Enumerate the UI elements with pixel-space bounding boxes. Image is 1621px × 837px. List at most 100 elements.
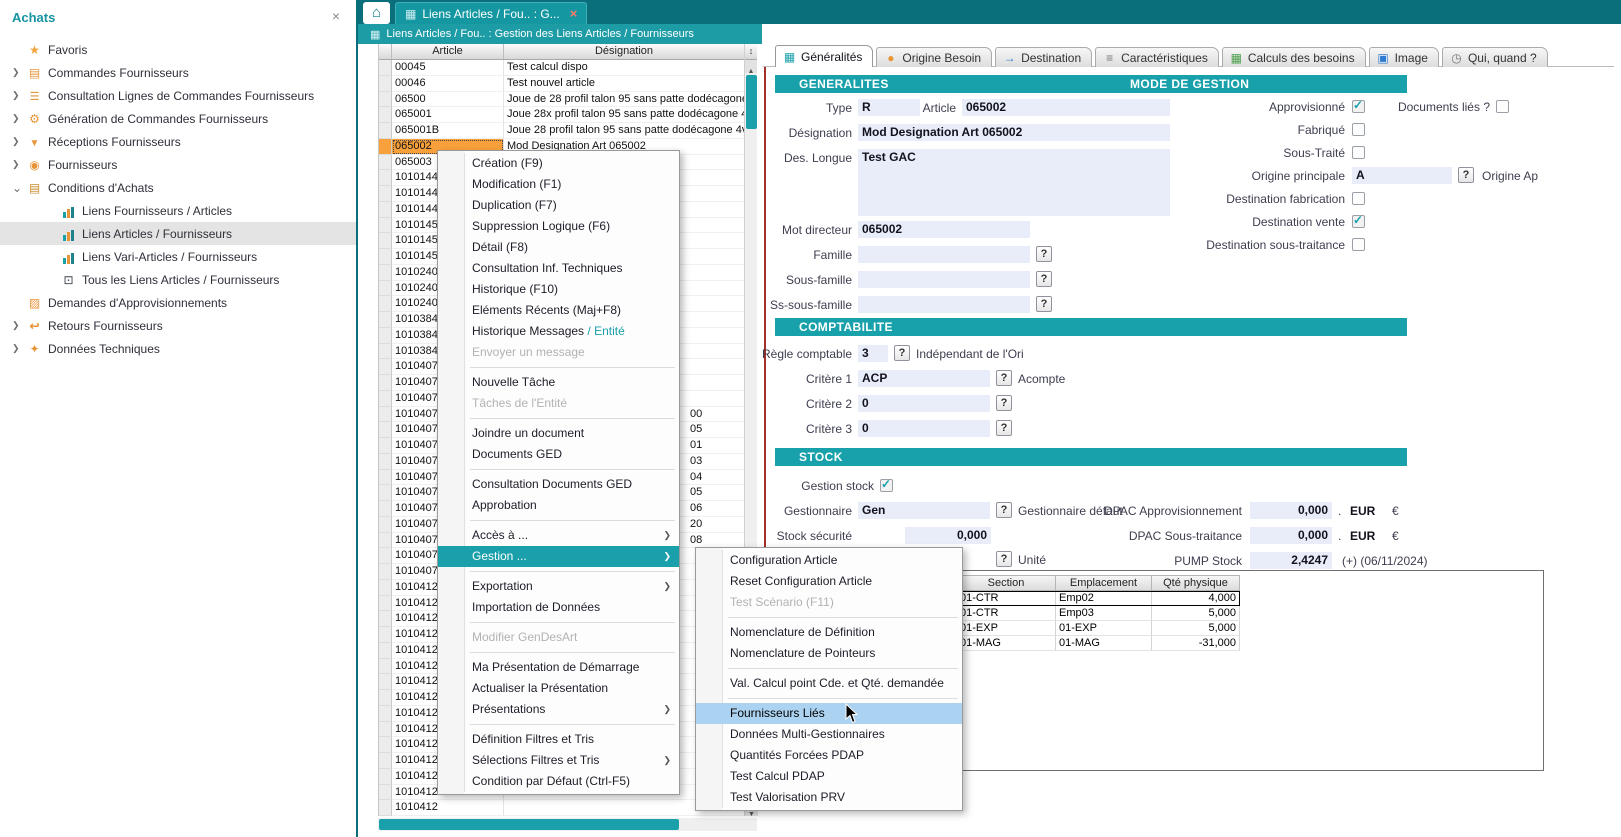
documents-lies-checkbox[interactable]	[1496, 100, 1509, 113]
context-menu-item[interactable]: Actualiser la Présentation	[438, 678, 679, 699]
sidebar-item[interactable]: Liens Fournisseurs / Articles	[0, 199, 356, 222]
row-selector[interactable]	[379, 769, 392, 785]
sort-icon[interactable]	[745, 44, 757, 60]
sidebar-item[interactable]: Tous les Liens Articles / Fournisseurs	[0, 268, 356, 291]
gestionnaire-field[interactable]: Gen	[858, 502, 990, 519]
scrollbar-thumb[interactable]	[379, 819, 679, 830]
tab-liens-articles[interactable]: Liens Articles / Fou.. : G... ×	[395, 2, 587, 24]
submenu-item[interactable]: Fournisseurs Liés	[696, 703, 962, 724]
critere3-help-button[interactable]: ?	[996, 420, 1012, 436]
row-selector[interactable]	[379, 76, 392, 92]
sous-famille-field[interactable]	[858, 271, 1030, 288]
context-menu-item[interactable]: Suppression Logique (F6)	[438, 216, 679, 237]
panel-tab[interactable]: Destination	[995, 47, 1092, 67]
sidebar-item[interactable]: Données Techniques	[0, 337, 356, 360]
gestion-stock-checkbox[interactable]	[880, 479, 893, 492]
context-menu-item[interactable]: Création (F9)	[438, 153, 679, 174]
gestionnaire-help-button[interactable]: ?	[996, 502, 1012, 518]
submenu-item[interactable]: Données Multi-Gestionnaires	[696, 724, 962, 745]
sidebar-item[interactable]: Commandes Fournisseurs	[0, 61, 356, 84]
dpac-st-field[interactable]: 0,000	[1250, 527, 1332, 544]
context-menu-item[interactable]: Gestion ...	[438, 546, 679, 567]
famille-help-button[interactable]: ?	[1036, 246, 1052, 262]
home-button[interactable]	[363, 2, 390, 24]
context-menu-item[interactable]: Nouvelle Tâche	[438, 372, 679, 393]
row-selector[interactable]	[379, 123, 392, 139]
row-selector[interactable]	[379, 170, 392, 186]
row-selector[interactable]	[379, 485, 392, 501]
context-menu-item[interactable]: Historique Messages / Entité	[438, 321, 679, 342]
submenu-item[interactable]: Val. Calcul point Cde. et Qté. demandée	[696, 673, 962, 694]
row-selector[interactable]	[379, 659, 392, 675]
panel-tab[interactable]: Image	[1369, 47, 1439, 67]
context-menu-item[interactable]: Eléments Récents (Maj+F8)	[438, 300, 679, 321]
sous-traite-checkbox[interactable]	[1352, 146, 1365, 159]
context-menu-item[interactable]: Présentations	[438, 699, 679, 720]
stock-column-header[interactable]: Emplacement	[1056, 575, 1152, 591]
origine-principale-field[interactable]: A	[1352, 167, 1452, 184]
context-menu-item[interactable]: Sélections Filtres et Tris	[438, 750, 679, 771]
critere3-field[interactable]: 0	[858, 420, 990, 437]
table-row[interactable]: 1010412	[379, 800, 744, 816]
column-header-designation[interactable]: Désignation	[504, 44, 744, 59]
row-selector[interactable]	[379, 611, 392, 627]
row-selector[interactable]	[379, 722, 392, 738]
row-selector[interactable]	[379, 438, 392, 454]
row-selector[interactable]	[379, 328, 392, 344]
row-selector[interactable]	[379, 359, 392, 375]
sidebar-item[interactable]: Conditions d'Achats	[0, 176, 356, 199]
table-row[interactable]: 00046 Test nouvel article	[379, 76, 744, 92]
row-selector[interactable]	[379, 186, 392, 202]
submenu-item[interactable]: Nomenclature de Pointeurs	[696, 643, 962, 664]
table-row[interactable]: 06500 Joue de 28 profil talon 95 sans pa…	[379, 92, 744, 108]
sidebar-item[interactable]: Réceptions Fournisseurs	[0, 130, 356, 153]
critere1-field[interactable]: ACP	[858, 370, 990, 387]
submenu-item[interactable]: Test Valorisation PRV	[696, 787, 962, 808]
row-selector[interactable]	[379, 674, 392, 690]
des-longue-field[interactable]: Test GAC	[858, 149, 1170, 216]
context-menu-item[interactable]: Documents GED	[438, 444, 679, 465]
ss-sous-famille-field[interactable]	[858, 296, 1030, 313]
row-selector[interactable]	[379, 706, 392, 722]
panel-tab[interactable]: Caractéristiques	[1095, 47, 1219, 67]
row-selector[interactable]	[379, 296, 392, 312]
context-menu-item[interactable]: Définition Filtres et Tris	[438, 729, 679, 750]
row-selector[interactable]	[379, 564, 392, 580]
critere1-help-button[interactable]: ?	[996, 370, 1012, 386]
row-selector[interactable]	[379, 391, 392, 407]
designation-field[interactable]: Mod Designation Art 065002	[858, 124, 1170, 141]
context-menu-item[interactable]: Approbation	[438, 495, 679, 516]
sidebar-item[interactable]: Consultation Lignes de Commandes Fournis…	[0, 84, 356, 107]
stock-row[interactable]: 01-MAG 01-MAG -31,000	[956, 636, 1240, 651]
dpac-appro-field[interactable]: 0,000	[1250, 502, 1332, 519]
row-selector[interactable]	[379, 139, 392, 155]
destination-fabrication-checkbox[interactable]	[1352, 192, 1365, 205]
row-selector[interactable]	[379, 785, 392, 801]
stock-row[interactable]: 01-EXP 01-EXP 5,000	[956, 621, 1240, 636]
row-selector[interactable]	[379, 312, 392, 328]
stock-row[interactable]: 01-CTR Emp02 4,000	[956, 591, 1240, 606]
sidebar-item[interactable]: Liens Articles / Fournisseurs	[0, 222, 356, 245]
select-all-corner[interactable]	[379, 44, 392, 59]
row-selector[interactable]	[379, 454, 392, 470]
regle-comptable-help-button[interactable]: ?	[894, 345, 910, 361]
panel-tab[interactable]: Généralités	[775, 45, 873, 67]
table-row[interactable]: 065001B Joue 28 profil talon 95 sans pat…	[379, 123, 744, 139]
submenu-item[interactable]: Nomenclature de Définition	[696, 622, 962, 643]
sous-famille-help-button[interactable]: ?	[1036, 271, 1052, 287]
table-row[interactable]: 065001 Joue 28x profil talon 95 sans pat…	[379, 107, 744, 123]
submenu-item[interactable]: Quantités Forcées PDAP	[696, 745, 962, 766]
sidebar-close-icon[interactable]: ×	[332, 8, 340, 24]
context-menu-item[interactable]: Consultation Documents GED	[438, 474, 679, 495]
row-selector[interactable]	[379, 753, 392, 769]
row-selector[interactable]	[379, 422, 392, 438]
stock-row[interactable]: 01-CTR Emp03 5,000	[956, 606, 1240, 621]
context-menu-item[interactable]: Détail (F8)	[438, 237, 679, 258]
context-menu-item[interactable]: Consultation Inf. Techniques	[438, 258, 679, 279]
context-menu-item[interactable]: Joindre un document	[438, 423, 679, 444]
fabrique-checkbox[interactable]	[1352, 123, 1365, 136]
row-selector[interactable]	[379, 233, 392, 249]
submenu-item[interactable]: Test Calcul PDAP	[696, 766, 962, 787]
mot-directeur-field[interactable]: 065002	[858, 221, 1030, 238]
row-selector[interactable]	[379, 643, 392, 659]
